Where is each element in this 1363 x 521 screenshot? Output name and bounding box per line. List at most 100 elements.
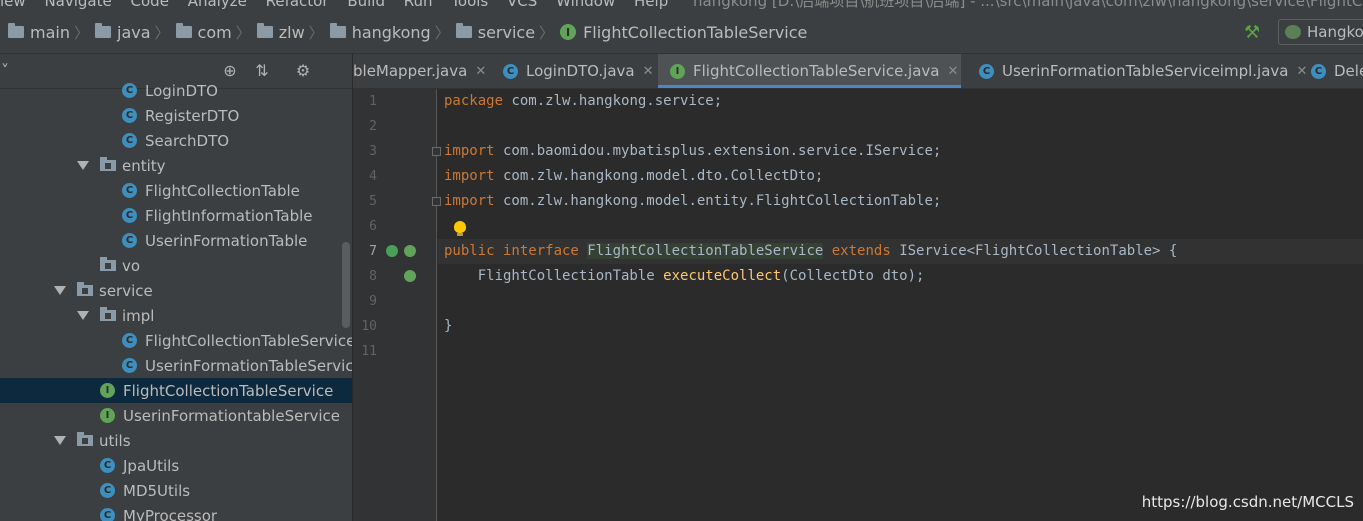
- menu-run[interactable]: Run: [404, 0, 433, 11]
- tree-item-flightinformationtable[interactable]: C FlightInformationTable: [122, 203, 313, 228]
- package-folder-icon: [100, 307, 116, 321]
- watermark: https://blog.csdn.net/MCCLS: [1141, 493, 1354, 511]
- run-configuration-dropdown[interactable]: Hangko: [1278, 19, 1363, 45]
- close-icon[interactable]: ✕: [948, 64, 959, 79]
- chevron-right-icon: 〉: [434, 23, 450, 42]
- tree-item-md5utils[interactable]: C MD5Utils: [100, 478, 190, 503]
- code-editor[interactable]: 1 2 3 4 5 6 7 8 9 10 11 package com.zlw.…: [353, 89, 1363, 521]
- tab-flightcollectiontableservice[interactable]: I FlightCollectionTableService.java ✕: [658, 54, 961, 88]
- window-title: hangkong [D:\后端项目\航班项目\后端] - ...\src\mai…: [693, 0, 1363, 10]
- chevron-right-icon: 〉: [235, 23, 251, 42]
- expand-arrow-icon[interactable]: [54, 286, 66, 295]
- tab-dele[interactable]: C Dele: [1311, 54, 1363, 88]
- line-number: 2: [369, 119, 377, 134]
- class-icon: C: [100, 483, 115, 498]
- tree-item-registerdto[interactable]: C RegisterDTO: [122, 103, 239, 128]
- tree-item-userinformationtable[interactable]: C UserinFormationTable: [122, 228, 307, 253]
- project-panel: ˅ ⊕ ⇅ ⚙ C LoginDTO C RegisterDTO C SearchDT…: [0, 54, 352, 521]
- menu-analyze[interactable]: Analyze: [188, 0, 247, 11]
- breadcrumb-current-file[interactable]: I FlightCollectionTableService: [560, 23, 807, 42]
- lightbulb-icon[interactable]: [454, 221, 466, 236]
- menu-refactor[interactable]: Refactor: [266, 0, 329, 11]
- menu-build[interactable]: Build: [347, 0, 385, 11]
- breadcrumb-label: zlw: [278, 22, 305, 42]
- close-icon[interactable]: ✕: [475, 64, 486, 79]
- code-line-7: public interface FlightCollectionTableSe…: [444, 239, 1177, 264]
- tree-item-label: UserinFormationTable: [145, 231, 308, 250]
- implemented-icon[interactable]: [386, 245, 398, 257]
- override-down-arrow-icon[interactable]: [404, 270, 416, 282]
- tree-item-impl[interactable]: impl: [100, 303, 154, 328]
- tree-item-jpautils[interactable]: C JpaUtils: [100, 453, 179, 478]
- breadcrumb-hangkong[interactable]: hangkong: [329, 23, 431, 42]
- breadcrumb-service[interactable]: service: [455, 23, 535, 42]
- locate-target-icon[interactable]: ⊕: [221, 62, 239, 80]
- collapse-all-icon[interactable]: ⇅: [253, 62, 271, 80]
- tab-logindto[interactable]: C LoginDTO.java ✕: [503, 54, 659, 88]
- fold-marker-icon[interactable]: [432, 147, 441, 156]
- menu-navigate[interactable]: Navigate: [44, 0, 111, 11]
- tree-item-label: service: [99, 281, 153, 300]
- tree-item-vo[interactable]: vo: [100, 253, 140, 278]
- class-icon: C: [503, 63, 518, 79]
- expand-arrow-icon[interactable]: [77, 161, 89, 170]
- line-number: 4: [369, 169, 377, 184]
- tree-item-utils[interactable]: utils: [77, 428, 131, 453]
- breadcrumb-zlw[interactable]: zlw: [256, 22, 305, 42]
- breadcrumb-com[interactable]: com: [175, 23, 232, 42]
- folder-icon: [95, 23, 111, 38]
- chevron-right-icon: 〉: [73, 23, 89, 42]
- breadcrumb-main[interactable]: main: [8, 23, 70, 42]
- build-hammer-icon[interactable]: ⚒: [1244, 24, 1264, 42]
- tree-item-searchdto[interactable]: C SearchDTO: [122, 128, 229, 153]
- menu-view[interactable]: iew: [0, 0, 26, 11]
- editor-tabs: bleMapper.java ✕ C LoginDTO.java ✕ I FlightC…: [353, 54, 1363, 89]
- breadcrumb-java[interactable]: java: [95, 23, 151, 42]
- keyword: import: [444, 143, 495, 159]
- tree-item-label: FlightCollectionTable: [145, 181, 300, 200]
- package-folder-icon: [100, 257, 116, 271]
- folder-icon: [8, 23, 24, 38]
- navigation-bar: main 〉 java 〉 com 〉 zlw 〉 hangkong 〉 ser…: [0, 11, 1363, 54]
- interface-name: FlightCollectionTableService: [587, 243, 824, 259]
- tree-item-flightcollectiontableservice[interactable]: I FlightCollectionTableService: [0, 378, 352, 403]
- expand-arrow-icon[interactable]: [77, 311, 89, 320]
- tree-item-flightcollectiontableserviceimpl[interactable]: C FlightCollectionTableService: [122, 328, 352, 353]
- chevron-right-icon: 〉: [308, 23, 324, 42]
- menu-window[interactable]: Window: [556, 0, 615, 11]
- menu-bar: iew Navigate Code Analyze Refactor Build…: [0, 0, 1363, 11]
- code-text: FlightCollectionTable: [444, 268, 664, 284]
- class-icon: C: [122, 183, 137, 198]
- class-icon: C: [100, 508, 115, 521]
- gear-icon[interactable]: ⚙: [294, 62, 312, 80]
- project-scrollbar[interactable]: [342, 242, 350, 328]
- menu-tools[interactable]: Tools: [451, 0, 488, 11]
- tree-item-logindto[interactable]: C LoginDTO: [122, 78, 218, 103]
- line-number: 9: [369, 294, 377, 309]
- tree-item-flightcollectiontable[interactable]: C FlightCollectionTable: [122, 178, 300, 203]
- close-icon[interactable]: ✕: [643, 64, 654, 79]
- menu-help[interactable]: Help: [634, 0, 668, 11]
- menu-code[interactable]: Code: [131, 0, 169, 11]
- tree-item-myprocessor[interactable]: C MyProcessor: [100, 503, 217, 521]
- code-text: com.zlw.hangkong.model.entity.FlightColl…: [494, 193, 942, 209]
- fold-marker-icon[interactable]: [432, 197, 441, 206]
- tab-userinformationtableserviceimpl[interactable]: C UserinFormationTableServiceimpl.java ✕: [979, 54, 1319, 88]
- menu-vcs[interactable]: VCS: [507, 0, 537, 11]
- close-icon[interactable]: ✕: [1296, 64, 1307, 79]
- override-down-arrow-icon[interactable]: [404, 245, 416, 257]
- tree-item-service[interactable]: service: [77, 278, 153, 303]
- tree-item-label: entity: [122, 156, 166, 175]
- class-icon: C: [122, 358, 137, 373]
- code-line-3: import com.baomidou.mybatisplus.extensio…: [444, 139, 941, 164]
- tree-item-label: SearchDTO: [145, 131, 230, 150]
- tree-item-userinformationtableservice[interactable]: I UserinFormationtableService: [100, 403, 340, 428]
- tree-item-entity[interactable]: entity: [100, 153, 166, 178]
- tab-blemapper[interactable]: bleMapper.java ✕: [353, 54, 493, 88]
- line-number: 6: [369, 219, 377, 234]
- chevron-down-icon[interactable]: ˅: [0, 62, 14, 80]
- tree-item-label: UserinFormationTableServic: [145, 356, 352, 375]
- expand-arrow-icon[interactable]: [54, 436, 66, 445]
- tree-item-userinformationtableserviceimpl[interactable]: C UserinFormationTableServic: [122, 353, 352, 378]
- tab-label: LoginDTO.java: [526, 62, 635, 80]
